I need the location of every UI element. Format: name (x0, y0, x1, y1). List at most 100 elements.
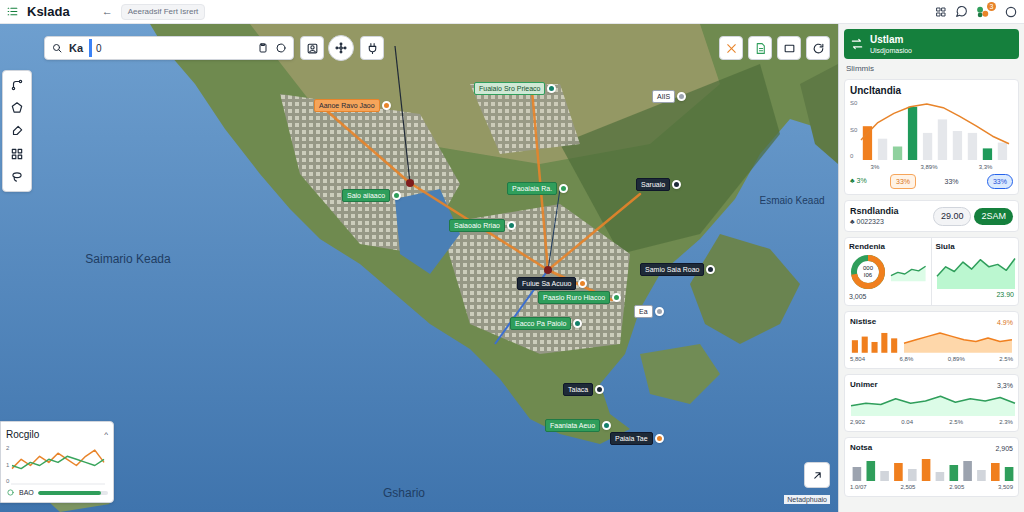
pin-text: Saio aiiaaco (347, 192, 385, 199)
legend-chart: 210 (6, 445, 108, 485)
legend-line-chart (11, 445, 105, 485)
pin-text: Paoaiaia Ra. (512, 185, 552, 192)
map-pin[interactable]: Taiaca (563, 383, 604, 396)
section-label: Slimmis (844, 64, 1019, 74)
plugin-button[interactable] (360, 36, 384, 60)
chart-area (937, 259, 1015, 290)
pin-label: Fuaiaio Sro Prieaco (474, 82, 545, 95)
area-chart (936, 253, 1016, 289)
chart-label: 3,509 (998, 483, 1013, 491)
layers-button[interactable] (300, 36, 324, 60)
back-button[interactable]: ← (102, 3, 113, 20)
tick: 0 (850, 153, 857, 160)
left-toolbar (2, 70, 32, 192)
chart-labels: 2,9020.042.5%2.3% (850, 418, 1013, 426)
map-pin[interactable]: Fuiue Sa Acuuo (517, 277, 587, 290)
summary-button[interactable]: 29.00 (933, 207, 972, 226)
card-title: Rsndlandia (850, 206, 899, 217)
map-pin[interactable]: Ea (634, 305, 664, 318)
chart-line (12, 456, 104, 468)
bar-chart (850, 455, 1016, 481)
chart-bar (893, 147, 902, 161)
map-pin[interactable]: Saiaoaio Rriao (449, 219, 516, 232)
chart-label: 2.905 (949, 483, 964, 491)
tick: 0 (6, 478, 9, 485)
donut-center: 000I06 (849, 253, 887, 291)
clipboard-icon[interactable] (257, 42, 269, 54)
map-pin[interactable]: AIIS (652, 90, 686, 103)
frame-icon (783, 42, 796, 55)
pin-label: Saruaio (636, 178, 670, 191)
swap-icon[interactable] (850, 37, 864, 51)
collapse-button[interactable]: ^ (104, 429, 108, 441)
region-label: Saimario Keada (84, 252, 172, 266)
map-action-button[interactable] (806, 36, 830, 60)
pin-marker (677, 92, 686, 101)
lasso-icon[interactable] (10, 170, 24, 184)
map-action-button[interactable] (777, 36, 801, 60)
chart-bar (968, 133, 977, 160)
map-pin[interactable]: Paiaia Tae (610, 432, 664, 445)
chart-line (904, 333, 1012, 343)
circle-icon[interactable] (275, 42, 287, 54)
map-pin[interactable]: Eacco Pa Paiolo (510, 317, 582, 330)
map-action-button[interactable] (719, 36, 743, 60)
summary-button[interactable]: 2SAM (974, 208, 1013, 225)
route-icon[interactable] (10, 78, 24, 92)
notification-count: 3 (987, 2, 996, 11)
chart-bar (953, 131, 962, 160)
map-pin[interactable]: Fuaiaio Sro Prieaco (474, 82, 556, 95)
chart-label: 2.5% (949, 418, 963, 426)
chart-label: 5,804 (850, 355, 865, 363)
chip[interactable]: 33% (890, 174, 916, 189)
card-corner-value: 2,905 (995, 444, 1013, 453)
search-icon[interactable] (51, 42, 63, 54)
document-tab[interactable]: Aeeradsif Fert Isrert (121, 4, 206, 20)
chart-bar (894, 463, 903, 481)
brush-icon[interactable] (10, 124, 24, 138)
sparkline (890, 262, 927, 282)
notifications[interactable]: 3 (976, 4, 996, 20)
bar-chart (860, 100, 1010, 160)
button-label: 29.00 (941, 211, 964, 221)
line-chart (850, 392, 1016, 416)
pin-marker (392, 191, 401, 200)
network-button[interactable] (328, 35, 354, 61)
progress-fill (38, 491, 101, 495)
chip[interactable]: 33% (987, 174, 1013, 189)
shape-icon[interactable] (10, 101, 24, 115)
pin-text: Fuiue Sa Acuuo (522, 280, 571, 287)
chat-icon[interactable] (955, 5, 968, 18)
fullscreen-button[interactable] (804, 462, 830, 488)
map[interactable]: Saimario KeadaEsmaio KeaadGsharioAanoe R… (0, 24, 838, 512)
profile-icon[interactable] (1004, 5, 1018, 19)
grid-icon[interactable] (10, 147, 24, 161)
donut-chart: 000I06 (849, 253, 887, 291)
chart-bar (880, 471, 889, 481)
chart-bar (991, 463, 1000, 481)
map-pin[interactable]: Saruaio (636, 178, 681, 191)
map-pin[interactable]: Paasio Ruro Hiacoo (538, 291, 621, 304)
pin-marker (672, 180, 681, 189)
search-field[interactable]: 0 (89, 39, 251, 57)
search-scope[interactable]: Ka (69, 40, 83, 57)
card-title: Notsa (850, 443, 872, 453)
pin-text: Ea (639, 308, 648, 315)
pin-label: AIIS (652, 90, 675, 103)
map-pin[interactable]: Saio aiiaaco (342, 189, 401, 202)
card-corner-value: 4.9% (997, 318, 1013, 327)
card-header: Nistise4.9% (850, 317, 1013, 327)
map-pin[interactable]: Paoaiaia Ra. (507, 182, 568, 195)
overview-chart: S0S00 (850, 100, 1013, 160)
chart-bar (938, 119, 947, 160)
chart-bar (853, 467, 862, 481)
map-pin[interactable]: Aanoe Ravo Jaoo (314, 99, 391, 112)
pin-label: Aanoe Ravo Jaoo (314, 99, 380, 112)
chart-bar (881, 333, 887, 353)
metrics-card: Rendenia000I063,005Siula23.90 (844, 237, 1019, 306)
notsa-card: Notsa2,9051.0/072,5052.9053,509 (844, 437, 1019, 497)
map-pin[interactable]: Samio Saia Roao (640, 263, 715, 276)
map-pin[interactable]: Faaniata Aeuo (545, 419, 611, 432)
grid-icon[interactable] (935, 6, 947, 18)
map-action-button[interactable] (748, 36, 772, 60)
